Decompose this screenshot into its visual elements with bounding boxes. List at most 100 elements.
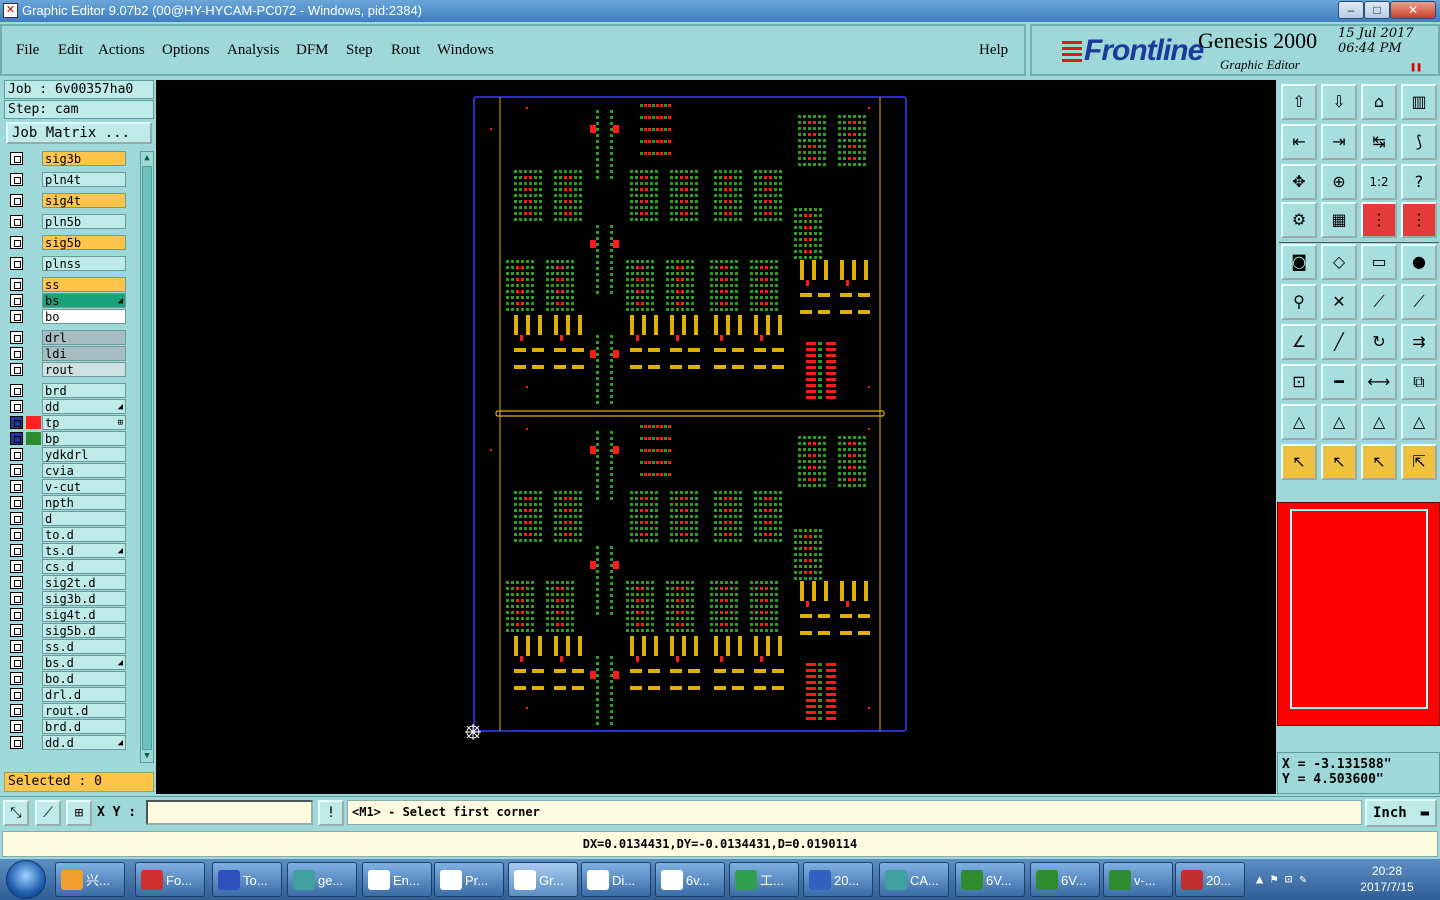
layer-scrollbar[interactable]: ▲ ▼ [140,151,154,763]
taskbar-item[interactable]: 工... [729,862,799,897]
taskbar-item[interactable]: 兴... [55,862,125,897]
minimize-button[interactable]: – [1338,1,1364,19]
tool-tri4-icon[interactable]: △ [1401,404,1437,440]
tool-tri1-icon[interactable]: △ [1281,404,1317,440]
layer-name[interactable]: sig2t.d [42,575,126,590]
tool-panel-icon[interactable]: ▥ [1401,84,1437,120]
taskbar-item[interactable]: En... [362,862,432,897]
layer-name[interactable]: rout [42,362,126,377]
layer-row[interactable]: drl [6,330,130,345]
tool-tri3-icon[interactable]: △ [1361,404,1397,440]
layer-name[interactable]: sig4t [42,193,126,208]
layer-name[interactable]: bp [42,431,126,446]
layer-checkbox[interactable] [10,640,23,653]
layer-name[interactable]: npth [42,495,126,510]
tool-left-icon[interactable]: ⇤ [1281,124,1317,160]
layer-name[interactable]: to.d [42,527,126,542]
taskbar-item[interactable]: 6v... [655,862,725,897]
layer-checkbox[interactable] [10,544,23,557]
layer-row[interactable]: bo [6,309,130,324]
taskbar-item[interactable]: Fo... [135,862,205,897]
layer-checkbox[interactable] [10,560,23,573]
tool-settings-icon[interactable]: ⚙ [1281,202,1317,238]
layer-name[interactable]: sig3b [42,151,126,166]
tool-hline-icon[interactable]: ━ [1321,364,1357,400]
menu-edit[interactable]: Edit [58,42,83,59]
layer-checkbox[interactable] [10,331,23,344]
layer-row[interactable]: brd.d [6,719,130,734]
layer-checkbox[interactable] [10,704,23,717]
tool-select4-icon[interactable]: ⇱ [1401,444,1437,480]
layer-checkbox[interactable] [10,416,23,429]
layer-name[interactable]: bo [42,309,126,324]
layer-checkbox[interactable] [10,236,23,249]
layer-row[interactable]: cs.d [6,559,130,574]
menu-dfm[interactable]: DFM [296,42,329,59]
layer-row[interactable]: pln4t [6,172,130,187]
taskbar-item[interactable]: 6V... [1030,862,1100,897]
layer-checkbox[interactable] [10,384,23,397]
layer-name[interactable]: rout.d [42,703,126,718]
tool-cross-icon[interactable]: ✕ [1321,284,1357,320]
layer-checkbox[interactable] [10,257,23,270]
measure-icon[interactable]: ⟋ [35,800,61,826]
layer-name[interactable]: sig3b.d [42,591,126,606]
tool-net-icon[interactable]: ⚲ [1281,284,1317,320]
layer-row[interactable]: tp ⊞ [6,415,130,430]
zoom-fit-icon[interactable]: ⤡ [3,800,29,826]
layer-row[interactable]: dd ◢ [6,399,130,414]
scroll-down-icon[interactable]: ▼ [141,750,153,762]
layer-checkbox[interactable] [10,736,23,749]
layer-checkbox[interactable] [10,480,23,493]
layer-name[interactable]: ydkdrl [42,447,126,462]
layer-name[interactable]: ss [42,277,126,292]
tool-select3-icon[interactable]: ↖ [1361,444,1397,480]
overview-preview[interactable] [1277,502,1440,726]
menu-options[interactable]: Options [162,42,210,59]
tool-swap-icon[interactable]: ↹ [1361,124,1397,160]
layer-row[interactable]: sig5b [6,235,130,250]
layer-checkbox[interactable] [10,592,23,605]
layer-checkbox[interactable] [10,608,23,621]
layer-checkbox[interactable] [10,528,23,541]
menu-step[interactable]: Step [346,42,373,59]
tool-move-icon[interactable]: ⊡ [1281,364,1317,400]
layer-checkbox[interactable] [10,294,23,307]
layer-name[interactable]: brd.d [42,719,126,734]
layer-checkbox[interactable] [10,173,23,186]
alert-icon[interactable]: ! [318,800,344,826]
grid-icon[interactable]: ⊞ [66,800,92,826]
layer-row[interactable]: pln5b [6,214,130,229]
tool-dot-icon[interactable]: ● [1401,244,1437,280]
layer-row[interactable]: npth [6,495,130,510]
tool-select-icon[interactable]: ↖ [1281,444,1317,480]
tool-pad-icon[interactable]: ◙ [1281,244,1317,280]
job-matrix-button[interactable]: Job Matrix ... [6,122,152,144]
taskbar-item[interactable]: CA... [879,862,949,897]
layer-name[interactable]: drl [42,330,126,345]
close-button[interactable]: ✕ [1390,1,1436,19]
tool-save-icon[interactable]: ⇩ [1321,84,1357,120]
layer-name[interactable]: pln4t [42,172,126,187]
tool-rotate-icon[interactable]: ↻ [1361,324,1397,360]
layer-checkbox[interactable] [10,310,23,323]
menu-file[interactable]: File [16,42,39,59]
unit-selector[interactable]: Inch ▬ [1365,799,1437,827]
tool-tri2-icon[interactable]: △ [1321,404,1357,440]
layer-checkbox[interactable] [10,464,23,477]
layer-checkbox[interactable] [10,215,23,228]
tool-select2-icon[interactable]: ↖ [1321,444,1357,480]
layer-checkbox[interactable] [10,576,23,589]
layer-row[interactable]: brd [6,383,130,398]
clock[interactable]: 20:28 2017/7/15 [1352,863,1422,895]
layer-row[interactable]: sig5b.d [6,623,130,638]
layer-checkbox[interactable] [10,672,23,685]
tool-zoom-icon[interactable]: ⊕ [1321,164,1357,200]
layer-row[interactable]: sig4t.d [6,607,130,622]
layer-checkbox[interactable] [10,347,23,360]
layer-row[interactable]: ss [6,277,130,292]
layer-row[interactable]: rout.d [6,703,130,718]
taskbar-item[interactable]: ge... [287,862,357,897]
layer-name[interactable]: bo.d [42,671,126,686]
menu-help[interactable]: Help [979,42,1008,59]
